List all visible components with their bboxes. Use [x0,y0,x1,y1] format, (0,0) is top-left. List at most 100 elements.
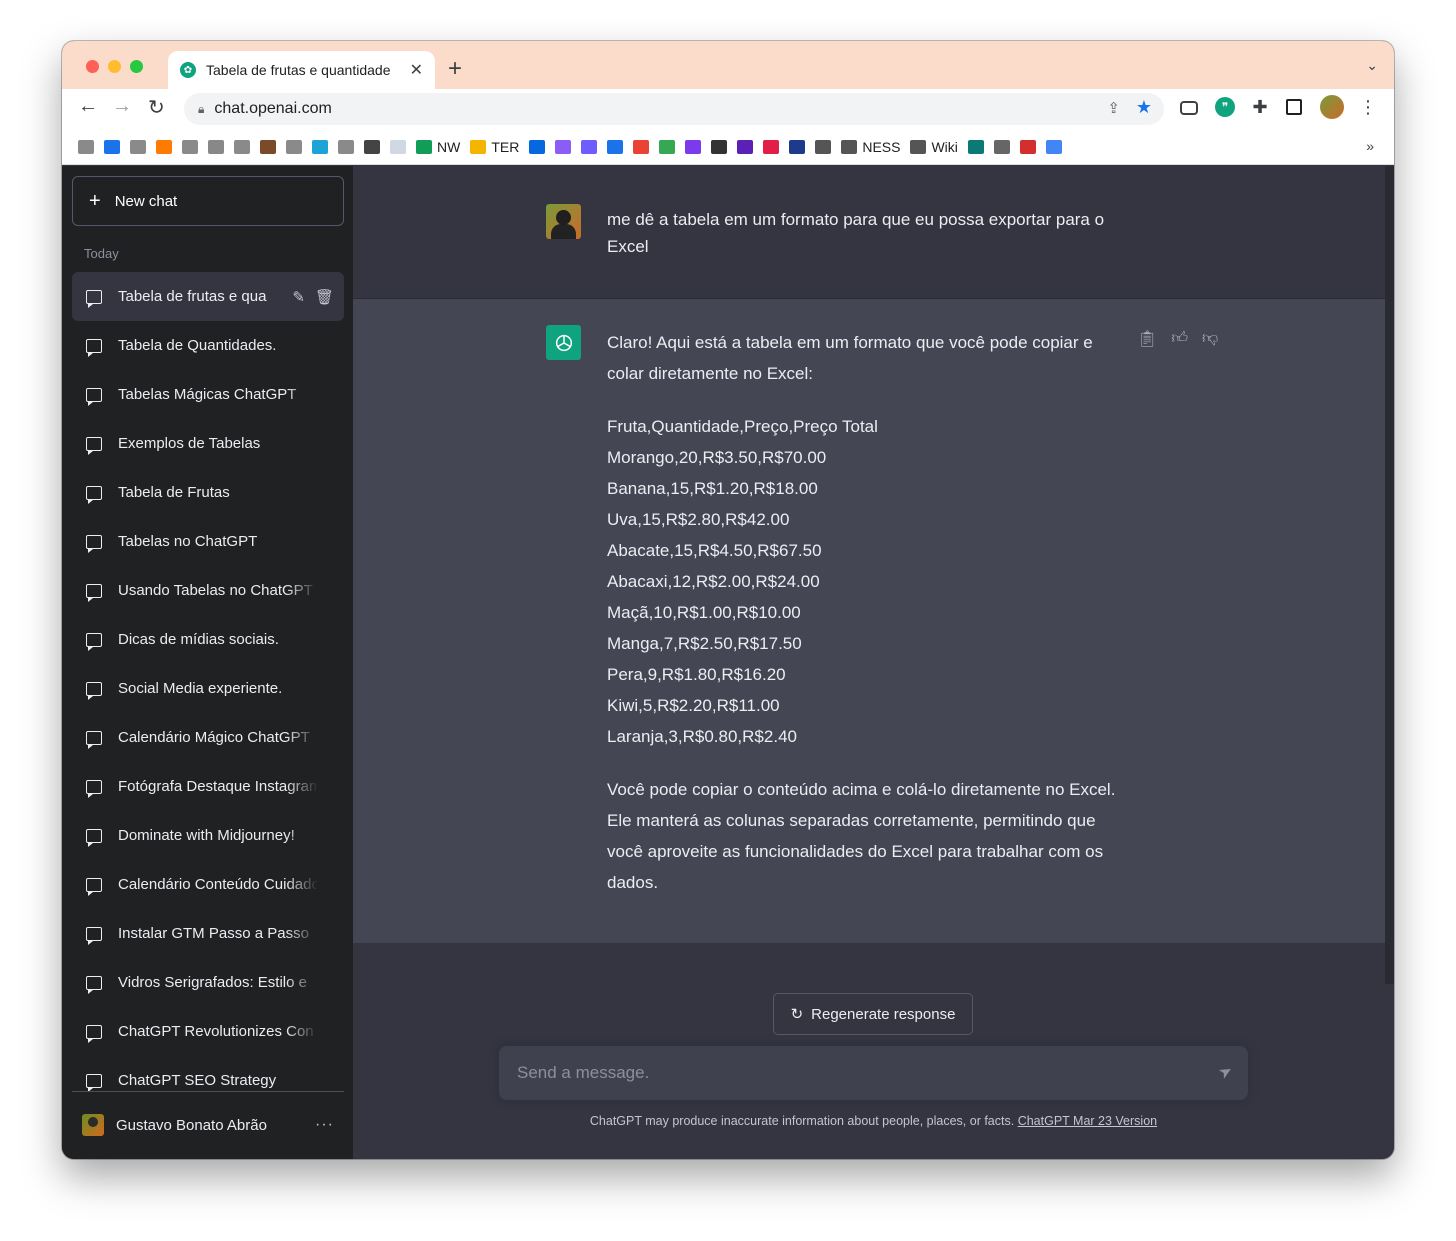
forward-arrow-icon[interactable]: → [112,95,132,118]
sidebar-conversation-item[interactable]: Usando Tabelas no ChatGPT [72,566,344,615]
extensions-puzzle-icon[interactable]: ✚ [1250,97,1270,117]
bookmark-item[interactable] [182,139,198,154]
bookmark-item[interactable] [815,139,832,154]
message-tools: 📋︎ 👍︎ 👎︎ [1137,329,1218,349]
minimize-window-button[interactable] [108,60,121,73]
bookmark-item[interactable] [685,139,702,154]
bookmark-item[interactable] [104,139,120,154]
user-menu-button[interactable]: Gustavo Bonato Abrão ··· [82,1114,334,1136]
sidebar-conversation-item[interactable]: Tabelas Mágicas ChatGPT [72,370,344,419]
bookmark-item[interactable] [312,139,328,154]
chat-bubble-icon [86,828,102,847]
disclaimer: ChatGPT may produce inaccurate informati… [353,1114,1394,1128]
chatgpt-logo-icon [546,325,581,360]
chat-bubble-icon [86,485,102,504]
chat-scrollbar[interactable] [1385,166,1394,984]
bookmark-item[interactable] [659,139,676,154]
bookmark-item[interactable] [993,139,1010,154]
user-avatar [82,1114,104,1136]
bookmark-favicon-icon [1019,139,1036,154]
chat-bubble-icon [86,436,102,455]
message-input[interactable] [499,1046,1248,1100]
bookmark-item[interactable] [967,139,984,154]
bookmark-item[interactable] [130,139,146,154]
picture-in-picture-icon[interactable] [1180,101,1198,115]
maximize-window-button[interactable] [130,60,143,73]
sidebar-conversation-item[interactable]: Exemplos de Tabelas [72,419,344,468]
conversation-list: Tabela de frutas e qua ✎ 🗑︎ Tabela de Quant… [72,272,344,1092]
bookmark-item[interactable] [208,139,224,154]
bookmark-item[interactable] [260,139,276,154]
thumbs-down-icon[interactable]: 👎︎ [1202,329,1218,349]
url-text: chat.openai.com [214,100,332,117]
bookmark-item[interactable]: NESS [841,139,900,155]
new-chat-label: New chat [114,192,178,210]
bookmark-item[interactable]: TER [470,139,519,155]
thumbs-up-icon[interactable]: 👍︎ [1171,329,1188,349]
more-bookmarks-chevron-icon[interactable]: » [1366,138,1374,154]
bookmark-item[interactable]: Wiki [910,139,958,155]
bookmark-favicon-icon [910,139,927,154]
bookmark-item[interactable] [529,139,546,154]
sidebar-conversation-item[interactable]: Dicas de mídias sociais. [72,615,344,664]
chat-bubble-icon [86,289,102,308]
new-chat-button[interactable]: + New chat [72,176,344,226]
bookmark-item[interactable] [234,139,250,154]
sidebar-conversation-item[interactable]: Instalar GTM Passo a Passo [72,909,344,958]
bookmark-item[interactable] [338,139,354,154]
browser-window: ✿ Tabela de frutas e quantidade ✕ + ⌄ ← … [62,41,1394,1159]
sidebar-conversation-item[interactable]: Fotógrafa Destaque Instagram [72,762,344,811]
chat-bubble-icon [86,632,102,651]
sidebar-conversation-item[interactable]: ChatGPT SEO Strategy [72,1056,344,1092]
browser-tab[interactable]: ✿ Tabela de frutas e quantidade ✕ [168,51,435,89]
sidebar-conversation-item[interactable]: Vidros Serigrafados: Estilo e [72,958,344,1007]
sidebar-conversation-item[interactable]: Tabelas no ChatGPT [72,517,344,566]
address-bar[interactable]: 🔒︎ chat.openai.com ⇪ ★ [184,93,1164,125]
new-tab-button[interactable]: + [448,55,462,83]
sidebar-conversation-item[interactable]: ChatGPT Revolutionizes Con [72,1007,344,1056]
tab-close-icon[interactable]: ✕ [410,60,423,80]
bookmark-item[interactable] [286,139,302,154]
sidebar-conversation-item[interactable]: Calendário Conteúdo Cuidado [72,860,344,909]
bookmark-item[interactable] [364,139,380,154]
bookmark-item[interactable] [763,139,780,154]
bookmark-item[interactable] [78,139,94,154]
reload-icon[interactable]: ↻ [148,95,165,120]
bookmark-favicon-icon [390,139,406,154]
bookmark-item[interactable] [390,139,406,154]
bookmark-item[interactable] [607,139,624,154]
kebab-menu-icon[interactable]: ⋮ [1358,97,1378,117]
bookmark-star-icon[interactable]: ★ [1136,97,1152,118]
bookmark-item[interactable]: NW [416,139,460,155]
sidebar-conversation-item[interactable]: Social Media experiente. [72,664,344,713]
bookmark-item[interactable] [633,139,650,154]
sidebar-conversation-item[interactable]: Tabela de Quantidades. [72,321,344,370]
bookmark-favicon-icon [260,139,276,154]
bookmark-item[interactable] [555,139,572,154]
sidebar-conversation-item[interactable]: Tabela de Frutas [72,468,344,517]
profile-avatar[interactable] [1320,95,1344,119]
copy-clipboard-icon[interactable]: 📋︎ [1137,329,1157,349]
bookmark-item[interactable] [737,139,754,154]
bookmark-item[interactable] [1045,139,1062,154]
sidebar-conversation-item[interactable]: Tabela de frutas e qua ✎ 🗑︎ [72,272,344,321]
share-icon[interactable]: ⇪ [1107,99,1120,117]
bookmark-item[interactable] [581,139,598,154]
bookmark-item[interactable] [711,139,728,154]
sidebar-conversation-item[interactable]: Dominate with Midjourney! [72,811,344,860]
regenerate-response-button[interactable]: ↻ Regenerate response [773,993,973,1035]
trash-icon[interactable]: 🗑︎ [315,288,334,306]
side-panel-icon[interactable] [1286,99,1302,115]
csv-line: Banana,15,R$1.20,R$18.00 [607,479,818,498]
chat-bubble-icon [86,1024,102,1043]
bookmark-item[interactable] [1019,139,1036,154]
close-window-button[interactable] [86,60,99,73]
edit-pencil-icon[interactable]: ✎ [292,288,305,306]
sidebar-conversation-item[interactable]: Calendário Mágico ChatGPT [72,713,344,762]
back-arrow-icon[interactable]: ← [78,95,98,118]
bookmark-item[interactable] [156,139,172,154]
quote-extension-icon[interactable]: ❞ [1215,97,1235,117]
tab-search-chevron-icon[interactable]: ⌄ [1366,57,1378,74]
bookmark-item[interactable] [789,139,806,154]
version-link[interactable]: ChatGPT Mar 23 Version [1018,1114,1157,1128]
